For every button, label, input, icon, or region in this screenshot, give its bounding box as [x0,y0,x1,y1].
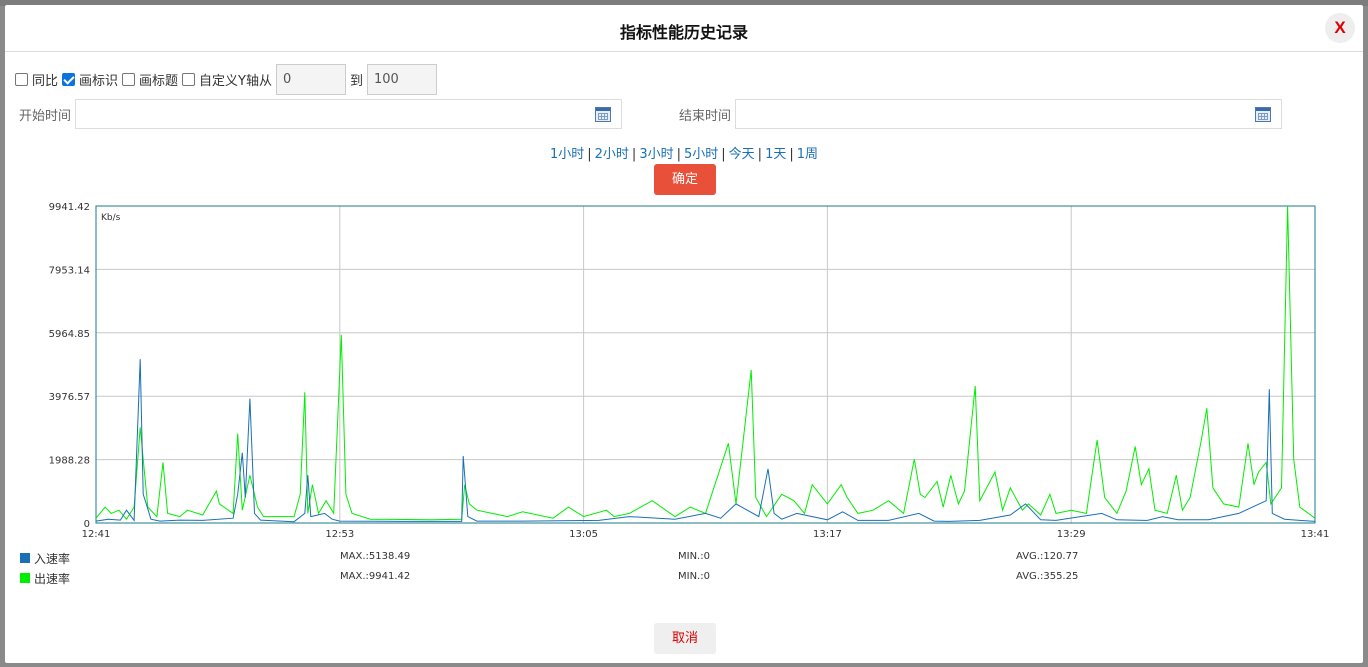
y-tick-label: 7953.14 [49,265,90,276]
draw-marks-checkbox[interactable] [62,72,76,86]
draw-title-label: 画标题 [139,73,179,89]
stat-avg-in: AVG.:120.77 [1016,551,1079,562]
custom-y-label: 自定义Y轴从 [199,73,272,89]
range-separator: | [631,147,637,162]
range-link[interactable]: 5小时 [684,147,718,162]
end-time-input[interactable] [735,99,1282,129]
y-tick-label: 0 [84,519,90,530]
start-time-input[interactable] [75,99,622,129]
series-line-out [95,205,1316,521]
legend-name-out: 出速率 [34,572,71,586]
to-label: 到 [350,73,364,89]
x-tick-label: 12:53 [325,529,354,540]
stat-max-in: MAX.:5138.49 [340,551,411,562]
legend-row-out: 出速率 MAX.:9941.42 MIN.:0 AVG.:355.25 [20,570,1340,588]
legend-name-in: 入速率 [34,552,71,566]
range-link[interactable]: 今天 [729,147,755,162]
range-separator: | [789,147,794,162]
quick-range-links: 1小时 | 2小时 | 3小时 | 5小时 | 今天 | 1天 | 1周 [5,143,1363,162]
y-to-input[interactable]: 100 [367,63,438,95]
stat-min-in: MIN.:0 [678,551,710,562]
yoy-option[interactable]: 同比 [15,70,58,89]
yoy-label: 同比 [32,73,59,89]
series-line-in [95,359,1316,523]
legend-row-in: 入速率 MAX.:5138.49 MIN.:0 AVG.:120.77 [20,550,1340,568]
performance-chart: 12:41 12:53 13:05 13:17 13:29 13:41 0 1988.28 39… [5,200,1363,545]
dialog-header: 指标性能历史记录 X [5,5,1363,52]
x-tick-label: 12:41 [82,529,111,540]
legend-swatch-out [20,573,30,583]
end-time-label: 结束时间 [678,108,731,124]
confirm-button[interactable]: 确定 [654,164,716,195]
close-button[interactable]: X [1325,13,1355,43]
legend-swatch-in [20,553,30,563]
end-time-row: 结束时间 [665,99,1282,129]
calendar-icon[interactable] [1255,107,1271,122]
range-link[interactable]: 1天 [765,147,786,162]
x-tick-label: 13:05 [569,529,598,540]
range-separator: | [757,147,763,162]
range-separator: | [676,147,681,162]
range-link[interactable]: 3小时 [639,147,673,162]
y-tick-label: 9941.42 [49,202,90,213]
y-tick-label: 1988.28 [49,456,90,467]
unit-label: Kb/s [101,213,121,223]
draw-title-option[interactable]: 画标题 [122,70,178,89]
cancel-button[interactable]: 取消 [654,623,716,654]
stat-max-out: MAX.:9941.42 [340,571,411,582]
chart-svg: 12:41 12:53 13:05 13:17 13:29 13:41 0 1988.28 39… [49,202,1330,540]
dialog-title: 指标性能历史记录 [619,23,748,42]
draw-title-checkbox[interactable] [122,72,136,86]
y-tick-label: 3976.57 [49,392,90,403]
x-tick-label: 13:29 [1057,529,1086,540]
y-from-input[interactable]: 0 [276,63,346,95]
range-separator: | [587,147,592,162]
stat-min-out: MIN.:0 [678,571,710,582]
calendar-icon[interactable] [595,107,611,122]
range-link[interactable]: 1小时 [550,147,584,162]
custom-y-option[interactable]: 自定义Y轴从 [182,70,272,89]
x-tick-label: 13:41 [1301,529,1330,540]
options-row: 同比 画标识 画标题 自定义Y轴从 0 到 100 [15,63,438,95]
range-separator: | [721,147,726,162]
y-tick-label: 5964.85 [49,329,90,340]
draw-marks-option[interactable]: 画标识 [62,70,118,89]
custom-y-checkbox[interactable] [182,72,196,86]
range-link[interactable]: 2小时 [595,147,629,162]
start-time-row: 开始时间 [5,99,622,129]
yoy-checkbox[interactable] [15,72,28,86]
plot-frame [95,205,1316,524]
range-link[interactable]: 1周 [797,147,818,162]
start-time-label: 开始时间 [18,108,71,124]
stat-avg-out: AVG.:355.25 [1016,571,1079,582]
draw-marks-label: 画标识 [79,73,119,89]
history-dialog: 指标性能历史记录 X 同比 画标识 画标题 自定义Y轴从 0 到 100 开始时… [5,5,1363,663]
x-tick-label: 13:17 [813,529,842,540]
